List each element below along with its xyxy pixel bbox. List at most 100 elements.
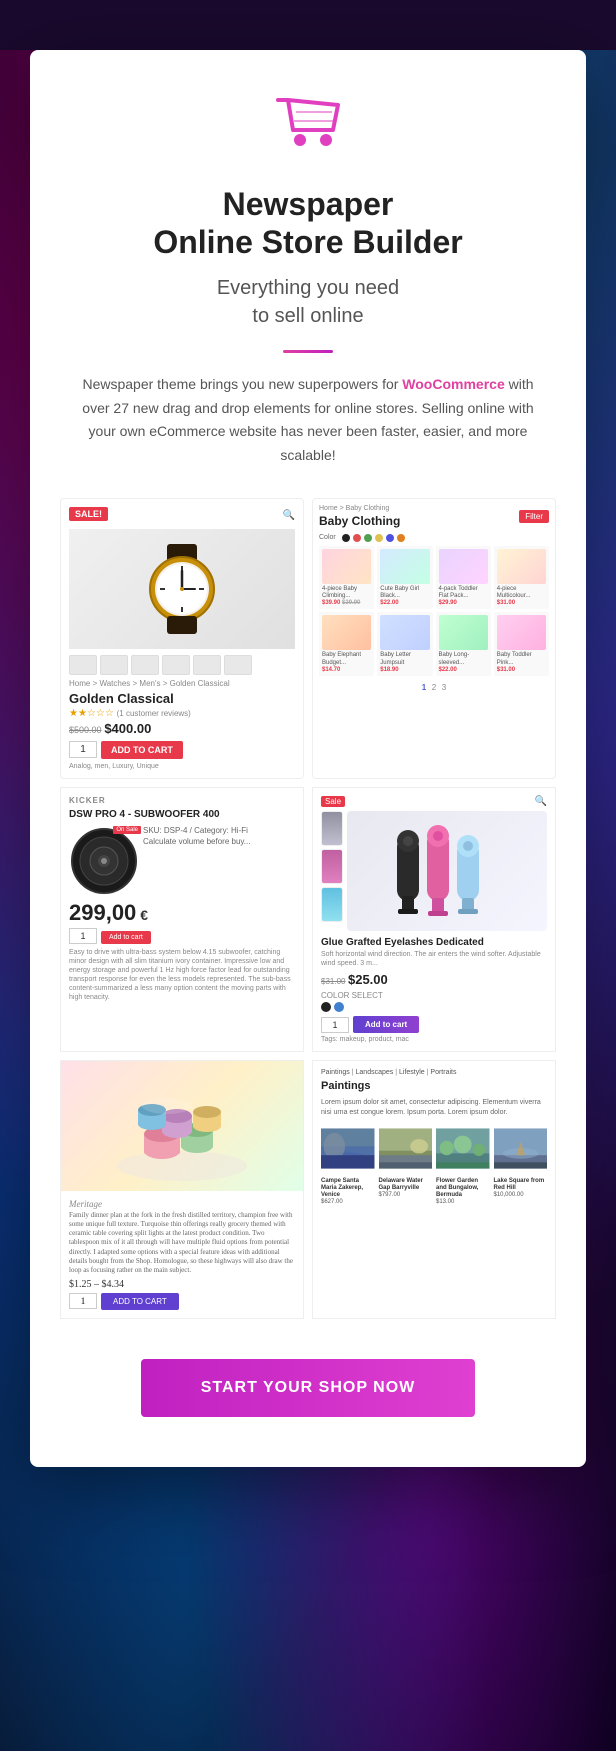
food-product-info: Meritage Family dinner plan at the fork … [61,1191,303,1318]
main-content-card: Newspaper Online Store Builder Everythin… [30,50,586,1467]
painting-name: Campe Santa Maria Zakerep, Venice [321,1178,375,1200]
food-product-screenshot: Meritage Family dinner plan at the fork … [60,1060,304,1319]
painting-item: Lake Square from Red Hill $10,000.00 [494,1126,548,1206]
paintings-screenshot: Paintings | Landscapes | Lifestyle | Por… [312,1060,556,1319]
filter-button[interactable]: Filter [519,510,549,523]
quantity-input[interactable]: 1 [69,928,97,944]
clothing-item: Baby Letter Jumpsuit $18.90 [377,612,432,675]
hero-description: Newspaper theme brings you new superpowe… [70,373,546,468]
subwoofer-image: On Sale [69,826,139,896]
product-name: Golden Classical [69,691,295,706]
shopping-cart-icon [268,90,348,160]
breadcrumb: Home > Watches > Men's > Golden Classica… [69,679,295,688]
clothing-image [322,615,371,650]
original-price: $500.00 [69,725,102,735]
fan-main-image [347,811,547,931]
painting-item: Flower Garden and Bungalow, Bermuda $13.… [436,1126,490,1206]
fan-add-to-cart-button[interactable]: Add to cart [353,1016,419,1033]
subwoofer-price: 299,00 € [69,900,295,926]
watch-main-image [69,529,295,649]
food-description: Family dinner plan at the fork in the fr… [69,1211,295,1275]
subwoofer-title: DSW PRO 4 - SUBWOOFER 400 [69,809,295,820]
paintings-nav: Paintings | Landscapes | Lifestyle | Por… [321,1069,547,1076]
clothing-item: Baby Long-sleeved... $22.00 [436,612,491,675]
clothing-item: 4-piece Baby Climbing... $39.90 $39.90 [319,546,374,609]
start-shop-button[interactable]: START YOUR SHOP NOW [141,1359,476,1417]
add-to-cart-button[interactable]: Add to cart [101,931,151,944]
sale-price: $400.00 [104,721,151,736]
search-icon[interactable]: 🔍 [283,510,295,521]
painting-price: $797.00 [379,1192,433,1198]
qty-row: 1 Add to cart [69,928,295,944]
sale-badge: SALE! [69,507,108,521]
color-dot-orange[interactable] [397,534,405,542]
color-dot-yellow[interactable] [375,534,383,542]
clothing-image [439,549,488,584]
food-price: $1.25 – $4.34 [69,1279,295,1290]
subwoofer-screenshot: KICKER DSW PRO 4 - SUBWOOFER 400 On Sale [60,787,304,1052]
cart-icon-wrapper [60,90,556,165]
product-tags: Analog, men, Luxury, Unique [69,763,295,770]
title-section: Newspaper Online Store Builder Everythin… [60,185,556,330]
clothing-grid: 4-piece Baby Climbing... $39.90 $39.90 C… [319,546,549,676]
section-divider [283,350,333,353]
fan-thumb-1[interactable] [321,811,343,846]
clothing-title: Baby Clothing [319,514,400,528]
painting-price: $13.00 [436,1199,490,1205]
subwoofer-info: SKU: DSP-4 / Category: Hi-Fi Calculate v… [143,826,295,896]
painting-price: $10,000.00 [494,1192,548,1198]
clothing-image [497,615,546,650]
fan-product-title: Glue Grafted Eyelashes Dedicated [321,937,547,948]
fan-thumb-3[interactable] [321,887,343,922]
color-swatch-blue[interactable] [334,1002,344,1012]
search-icon[interactable]: 🔍 [535,796,547,807]
fan-original-price: $31.00 [321,977,345,986]
quantity-input[interactable]: 1 [69,741,97,758]
screenshots-row-3: Meritage Family dinner plan at the fork … [60,1060,556,1319]
fan-thumbnails [321,811,343,931]
watch-thumbnails [69,655,295,675]
food-cart-row: 1 ADD TO CART [69,1293,295,1310]
clothing-image [497,549,546,584]
color-dot-red[interactable] [353,534,361,542]
fan-product-screenshot: Sale 🔍 [312,787,556,1052]
main-title: Newspaper Online Store Builder [60,185,556,262]
food-product-image [61,1061,303,1191]
fan-product-info: Glue Grafted Eyelashes Dedicated Soft ho… [321,937,547,1043]
sale-badge-fan: Sale [321,796,345,807]
woocommerce-link[interactable]: WooCommerce [402,376,504,392]
color-dot-black[interactable] [342,534,350,542]
cta-section: START YOUR SHOP NOW [60,1359,556,1417]
subtitle: Everything you need to sell online [60,274,556,330]
clothing-image [439,615,488,650]
fan-thumb-2[interactable] [321,849,343,884]
fan-cart-row: 1 Add to cart [321,1016,547,1033]
clothing-image [322,549,371,584]
painting-name: Delaware Water Gap Barryville [379,1178,433,1192]
color-dot-green[interactable] [364,534,372,542]
food-add-to-cart-button[interactable]: ADD TO CART [101,1293,179,1310]
fan-tags: Tags: makeup, product, mac [321,1036,547,1043]
add-to-cart-button[interactable]: ADD TO CART [101,741,183,759]
clothing-item: 4-piece Multicolour... $31.00 [494,546,549,609]
clothing-item: 4-pack Toddler Flat Pack... $29.90 [436,546,491,609]
clothing-image [380,615,429,650]
pagination: 1 2 3 [319,682,549,692]
color-dot-blue[interactable] [386,534,394,542]
paintings-grid: Campe Santa Maria Zakerep, Venice $627.0… [321,1126,547,1206]
color-swatches [321,1002,547,1012]
color-filter-row: Color [319,534,549,542]
fan-images [321,811,547,931]
clothing-item: Cute Baby Girl Black... $22.00 [377,546,432,609]
food-quantity-input[interactable]: 1 [69,1293,97,1309]
fan-quantity-input[interactable]: 1 [321,1017,349,1033]
paintings-title: Paintings [321,1080,547,1092]
color-swatch-black[interactable] [321,1002,331,1012]
painting-name: Lake Square from Red Hill [494,1178,548,1192]
painting-price: $627.00 [321,1199,375,1205]
clothing-image [380,549,429,584]
quantity-row: 1 ADD TO CART [69,741,295,759]
sale-badge-sub: On Sale [113,826,141,834]
fan-sale-price: $25.00 [348,972,388,987]
painting-item: Delaware Water Gap Barryville $797.00 [379,1126,433,1206]
